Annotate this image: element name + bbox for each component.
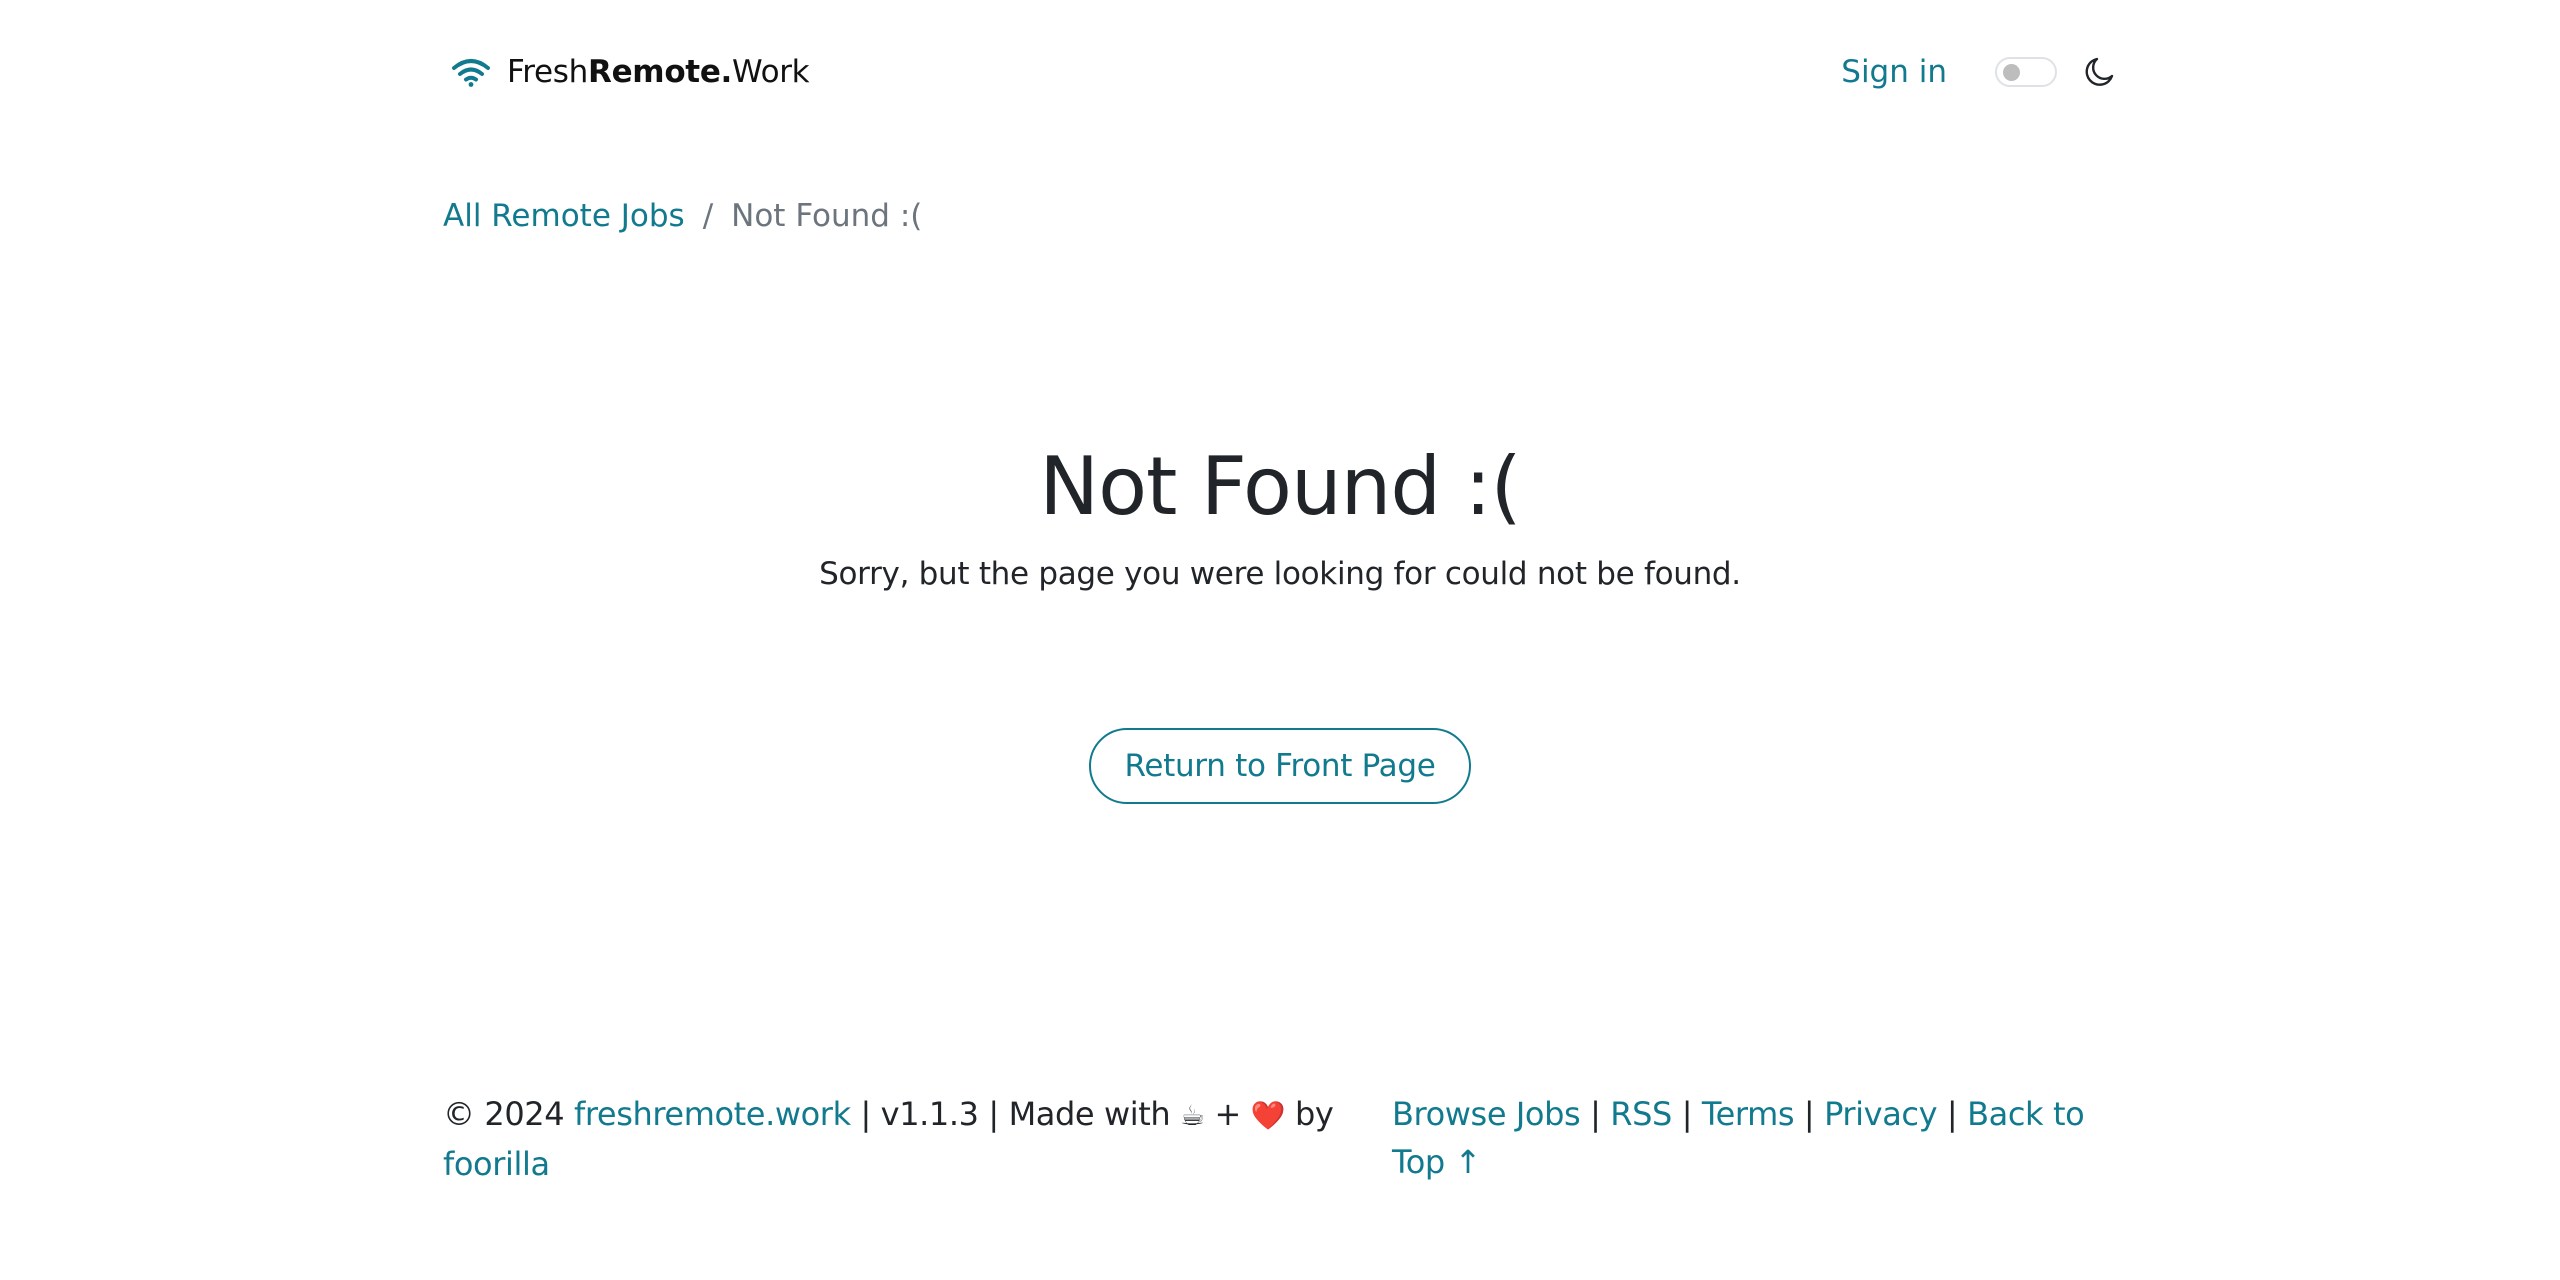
by-text: by [1294, 1095, 1334, 1133]
heart-icon: ❤️ [1250, 1099, 1286, 1132]
footer-link-rss[interactable]: RSS [1610, 1095, 1672, 1133]
moon-icon[interactable] [2081, 54, 2117, 90]
breadcrumb: All Remote Jobs / Not Found :( [443, 198, 922, 234]
footer-separator: | [988, 1095, 999, 1133]
theme-toggle-switch[interactable] [1995, 57, 2057, 87]
header-actions: Sign in [1841, 54, 2117, 90]
footer-separator: | [860, 1095, 871, 1133]
brand-name: FreshRemote.Work [507, 54, 810, 90]
return-to-front-page-button[interactable]: Return to Front Page [1089, 728, 1471, 804]
footer-credits: © 2024 freshremote.work | v1.1.3 | Made … [443, 1090, 1343, 1188]
footer-links: Browse Jobs | RSS | Terms | Privacy | Ba… [1392, 1090, 2117, 1188]
error-message: Sorry, but the page you were looking for… [819, 556, 1741, 592]
footer-separator: | [1681, 1095, 1693, 1133]
page-title: Not Found :( [1039, 440, 1521, 533]
footer-link-browse-jobs[interactable]: Browse Jobs [1392, 1095, 1581, 1133]
button-container: Return to Front Page [0, 728, 2560, 804]
breadcrumb-all-remote-jobs[interactable]: All Remote Jobs [443, 198, 685, 234]
author-link[interactable]: foorilla [443, 1145, 550, 1183]
copyright-text: © 2024 [443, 1095, 565, 1133]
site-footer: © 2024 freshremote.work | v1.1.3 | Made … [443, 1090, 2117, 1188]
site-header: FreshRemote.Work Sign in [443, 40, 2117, 104]
footer-separator: | [1590, 1095, 1601, 1133]
footer-link-privacy[interactable]: Privacy [1824, 1095, 1937, 1133]
plus-text: + [1214, 1095, 1242, 1133]
footer-site-link[interactable]: freshremote.work [574, 1095, 851, 1133]
coffee-icon: ☕ [1180, 1099, 1205, 1132]
made-with-text: Made with [1008, 1095, 1171, 1133]
footer-link-terms[interactable]: Terms [1702, 1095, 1795, 1133]
breadcrumb-current: Not Found :( [731, 198, 923, 234]
footer-separator: | [1946, 1095, 1958, 1133]
sign-in-link[interactable]: Sign in [1841, 54, 1947, 90]
wifi-icon [451, 57, 491, 87]
toggle-knob [2003, 64, 2020, 81]
brand-logo-link[interactable]: FreshRemote.Work [443, 54, 810, 90]
breadcrumb-separator: / [702, 198, 714, 234]
footer-separator: | [1803, 1095, 1815, 1133]
version-text: v1.1.3 [880, 1095, 979, 1133]
